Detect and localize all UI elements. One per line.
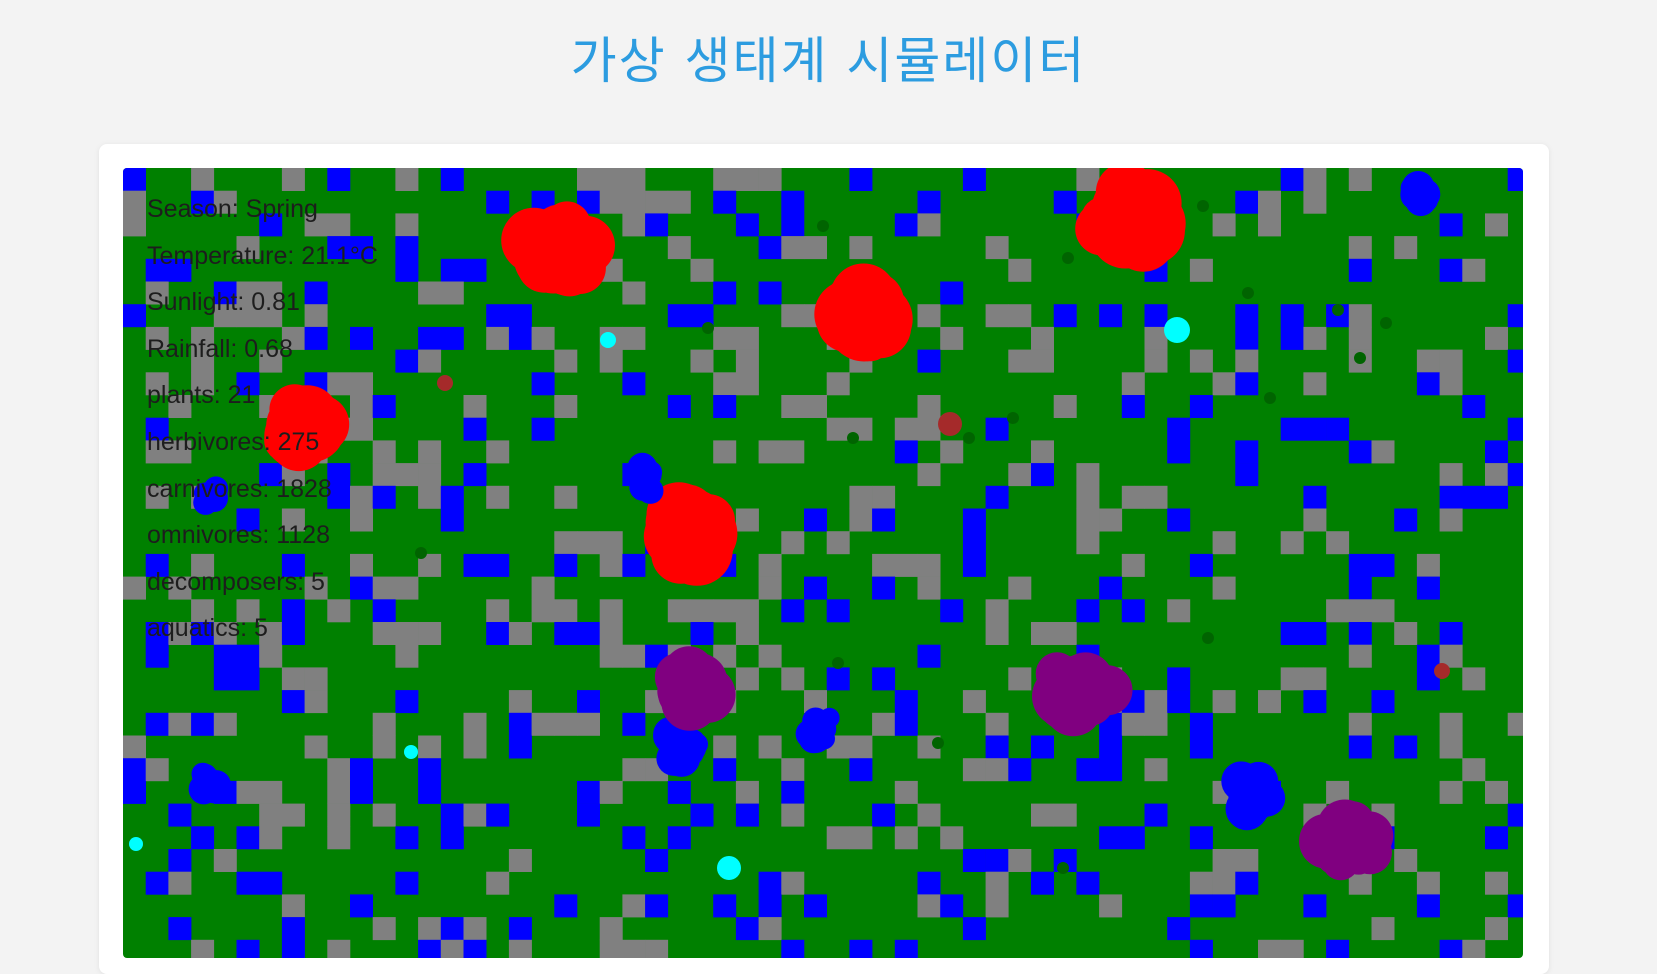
carnivore bbox=[1093, 195, 1149, 250]
herbivore bbox=[637, 477, 664, 504]
plant bbox=[1007, 412, 1019, 424]
simulator-panel: Season: Spring Temperature: 21.1°C Sunli… bbox=[99, 144, 1549, 974]
omnivore bbox=[1050, 662, 1087, 700]
stat-aquatics: aquatics: 5 bbox=[147, 614, 268, 643]
plant bbox=[1332, 304, 1344, 316]
plant bbox=[847, 432, 859, 444]
decomposer bbox=[1434, 663, 1450, 679]
carnivore bbox=[838, 292, 901, 355]
aquatic bbox=[717, 856, 741, 880]
stat-herbivores: herbivores: 275 bbox=[147, 427, 320, 456]
aquatic bbox=[1164, 317, 1190, 343]
stat-plants: plants: 21 bbox=[147, 381, 256, 410]
carnivore-cluster bbox=[501, 201, 615, 297]
plant bbox=[1057, 862, 1069, 874]
herbivore bbox=[808, 715, 836, 743]
plant bbox=[1197, 200, 1209, 212]
ecosystem-canvas[interactable]: Season: Spring Temperature: 21.1°C Sunli… bbox=[123, 168, 1523, 958]
herbivore-cluster bbox=[1400, 171, 1441, 217]
herbivore bbox=[670, 735, 697, 762]
herbivore bbox=[195, 769, 225, 799]
stat-decomposers: decomposers: 5 bbox=[147, 567, 325, 596]
stats-overlay: Season: Spring Temperature: 21.1°C Sunli… bbox=[147, 186, 378, 652]
aquatic bbox=[600, 332, 616, 348]
herbivore-cluster bbox=[1221, 761, 1286, 831]
stat-rainfall: Rainfall: 0.68 bbox=[147, 334, 293, 363]
herbivore-cluster bbox=[188, 762, 231, 805]
stat-carnivores: carnivores: 1828 bbox=[147, 474, 332, 503]
plant bbox=[817, 220, 829, 232]
plant bbox=[702, 322, 714, 334]
plant bbox=[963, 432, 975, 444]
omnivore bbox=[1318, 810, 1370, 862]
decomposer bbox=[437, 375, 453, 391]
plant bbox=[1202, 632, 1214, 644]
stat-temperature: Temperature: 21.1°C bbox=[147, 241, 378, 270]
plant bbox=[1354, 352, 1366, 364]
carnivore-cluster bbox=[1075, 168, 1186, 272]
omnivore bbox=[685, 671, 729, 715]
herbivore bbox=[1221, 761, 1262, 802]
aquatic bbox=[404, 745, 418, 759]
herbivore-cluster bbox=[625, 452, 664, 504]
plant bbox=[932, 737, 944, 749]
plant bbox=[1062, 252, 1074, 264]
stat-sunlight: Sunlight: 0.81 bbox=[147, 288, 300, 317]
omnivore-cluster bbox=[654, 646, 736, 731]
plant bbox=[1242, 287, 1254, 299]
carnivore-cluster bbox=[814, 263, 913, 362]
herbivore bbox=[1400, 175, 1425, 201]
stat-season: Season: Spring bbox=[147, 195, 318, 223]
aquatic bbox=[129, 837, 143, 851]
stat-omnivores: omnivores: 1128 bbox=[147, 521, 330, 550]
carnivore bbox=[534, 214, 592, 271]
decomposer bbox=[938, 412, 962, 436]
page-title: 가상 생태계 시뮬레이터 bbox=[570, 32, 1087, 90]
plant bbox=[1264, 392, 1276, 404]
plant bbox=[415, 547, 427, 559]
plant bbox=[1380, 317, 1392, 329]
omnivore-cluster bbox=[1032, 652, 1133, 737]
herbivore-cluster bbox=[795, 707, 840, 754]
plant bbox=[832, 657, 844, 669]
omnivore-cluster bbox=[1299, 799, 1394, 881]
